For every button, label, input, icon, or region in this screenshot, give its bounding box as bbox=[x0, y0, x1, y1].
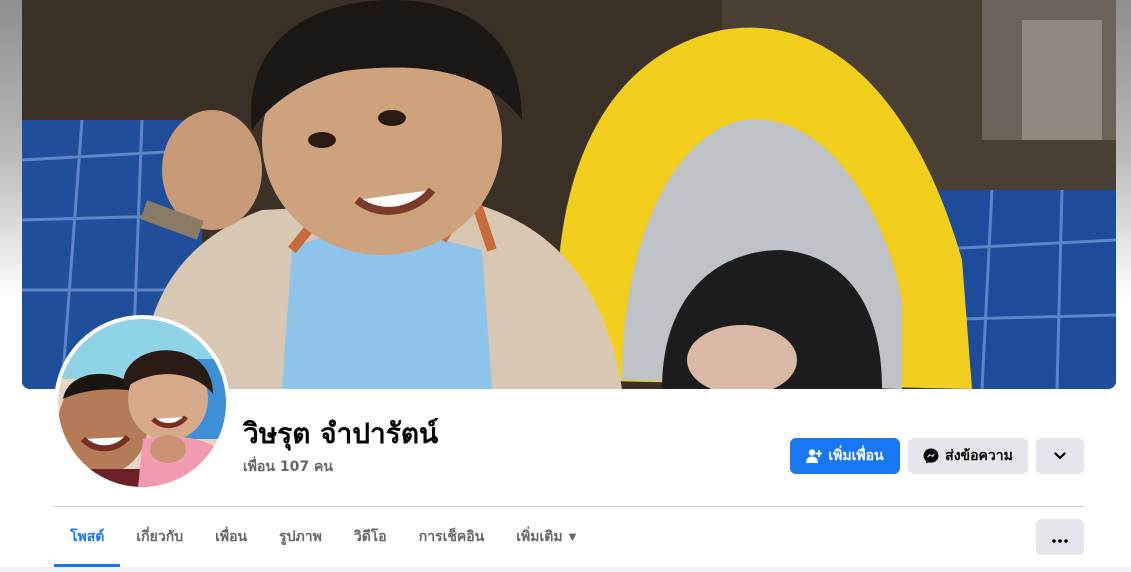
tab-label: โพสต์ bbox=[70, 529, 105, 545]
message-button[interactable]: ส่งข้อความ bbox=[908, 438, 1028, 474]
tab-photos[interactable]: รูปภาพ bbox=[263, 508, 338, 566]
tab-label: วิดีโอ bbox=[353, 529, 387, 545]
header-divider bbox=[54, 506, 1084, 507]
ellipsis-icon bbox=[1052, 528, 1068, 547]
tab-friends[interactable]: เพื่อน bbox=[199, 508, 263, 566]
profile-picture[interactable] bbox=[54, 315, 230, 491]
profile-tabs: โพสต์ เกี่ยวกับ เพื่อน รูปภาพ วิดีโอ การ… bbox=[54, 508, 592, 568]
person-plus-icon bbox=[806, 448, 823, 464]
tab-about[interactable]: เกี่ยวกับ bbox=[120, 508, 199, 566]
tab-label: เพิ่มเติม bbox=[516, 529, 563, 545]
tab-checkins[interactable]: การเช็คอิน bbox=[403, 508, 501, 566]
more-options-dropdown[interactable] bbox=[1036, 438, 1084, 474]
tab-label: เพื่อน bbox=[215, 529, 248, 545]
tab-label: การเช็คอิน bbox=[418, 529, 485, 545]
tab-more[interactable]: เพิ่มเติม ▼ bbox=[500, 508, 592, 566]
profile-name: วิษรุต จำปารัตน์ bbox=[243, 417, 439, 450]
profile-options-button[interactable] bbox=[1036, 519, 1084, 555]
message-label: ส่งข้อความ bbox=[945, 448, 1013, 464]
section-separator bbox=[0, 567, 1131, 572]
profile-picture-image bbox=[58, 319, 226, 487]
friends-count[interactable]: เพื่อน 107 คน bbox=[243, 456, 333, 478]
tab-label: เกี่ยวกับ bbox=[136, 529, 184, 545]
caret-down-icon: ▼ bbox=[568, 531, 577, 543]
messenger-icon bbox=[923, 448, 939, 464]
tab-videos[interactable]: วิดีโอ bbox=[338, 508, 403, 566]
tab-label: รูปภาพ bbox=[279, 529, 322, 545]
chevron-down-icon bbox=[1054, 448, 1066, 464]
tab-posts[interactable]: โพสต์ bbox=[54, 508, 121, 567]
add-friend-button[interactable]: เพิ่มเพื่อน bbox=[790, 438, 900, 474]
add-friend-label: เพิ่มเพื่อน bbox=[828, 448, 884, 464]
